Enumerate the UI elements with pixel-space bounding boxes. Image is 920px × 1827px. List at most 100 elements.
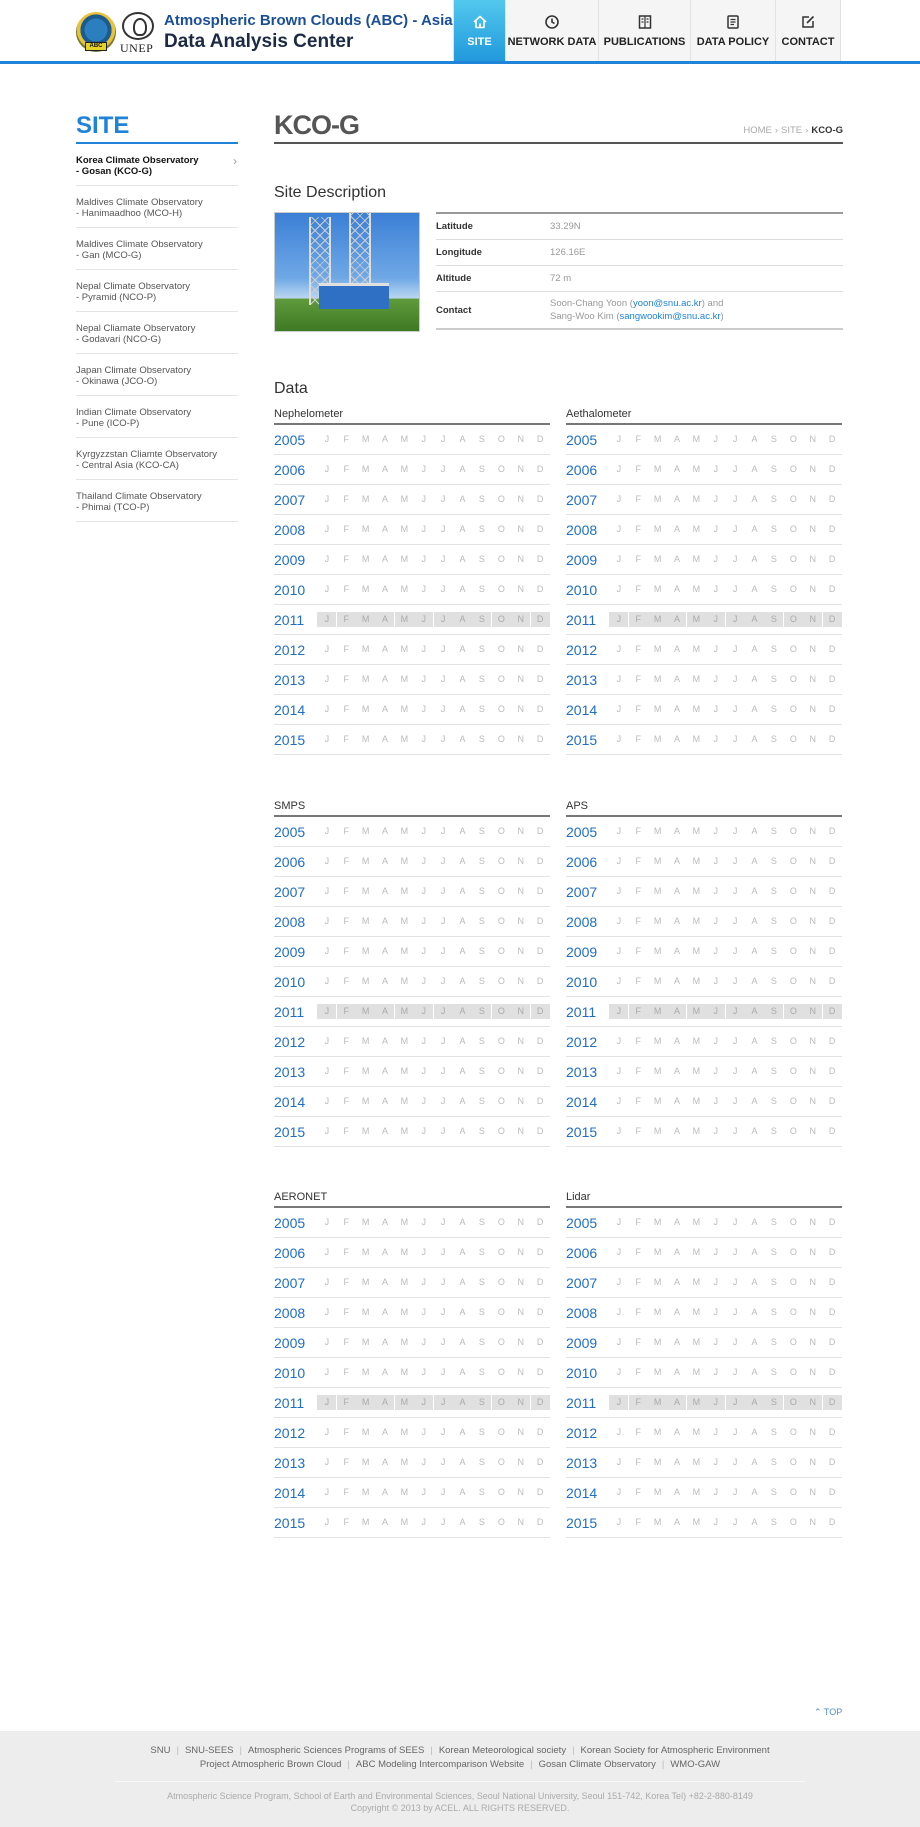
breadcrumb-site[interactable]: SITE (781, 125, 802, 136)
year-link[interactable]: 2005 (566, 824, 609, 840)
sidebar-item[interactable]: Indian Climate Observatory - Pune (ICO-P) (76, 396, 238, 438)
nav-contact[interactable]: CONTACT (775, 0, 841, 61)
year-link[interactable]: 2009 (566, 1335, 609, 1351)
footer-link[interactable]: WMO-GAW (670, 1759, 720, 1770)
nav-site[interactable]: SITE (453, 0, 505, 61)
back-to-top-link[interactable]: ⌃ TOP (814, 1707, 842, 1718)
year-link[interactable]: 2012 (566, 1034, 609, 1050)
year-link[interactable]: 2015 (274, 732, 317, 748)
year-link[interactable]: 2010 (566, 1365, 609, 1381)
footer-link[interactable]: Gosan Climate Observatory (539, 1759, 656, 1770)
contact-email-2[interactable]: sangwookim@snu.ac.kr (620, 311, 721, 322)
year-link[interactable]: 2012 (274, 1425, 317, 1441)
year-link[interactable]: 2005 (274, 824, 317, 840)
sidebar-item[interactable]: Nepal Cliamate Observatory - Godavari (NC… (76, 312, 238, 354)
year-link[interactable]: 2006 (274, 854, 317, 870)
sidebar-item[interactable]: Kyrgyzzstan Cliamte Observatory - Central… (76, 438, 238, 480)
year-link[interactable]: 2008 (566, 1305, 609, 1321)
sidebar-item[interactable]: Maldives Climate Observatory - Hanimaadho… (76, 186, 238, 228)
year-link[interactable]: 2014 (274, 1485, 317, 1501)
year-link[interactable]: 2006 (566, 1245, 609, 1261)
year-link[interactable]: 2014 (274, 702, 317, 718)
year-link[interactable]: 2015 (274, 1515, 317, 1531)
sidebar-item[interactable]: Japan Climate Observatory - Okinawa (JCO-… (76, 354, 238, 396)
year-link[interactable]: 2013 (566, 672, 609, 688)
year-link[interactable]: 2013 (274, 672, 317, 688)
sidebar-item[interactable]: Thailand Climate Observatory - Phimai (TC… (76, 480, 238, 522)
year-link[interactable]: 2008 (274, 914, 317, 930)
year-link[interactable]: 2013 (274, 1455, 317, 1471)
footer-link[interactable]: Korean Meteorological society (439, 1745, 566, 1756)
month-cell: M (361, 1126, 370, 1136)
nav-network-data[interactable]: NETWORK DATA (505, 0, 598, 61)
year-link[interactable]: 2010 (566, 974, 609, 990)
year-link[interactable]: 2007 (566, 884, 609, 900)
year-link[interactable]: 2007 (566, 1275, 609, 1291)
year-link[interactable]: 2008 (566, 522, 609, 538)
year-link[interactable]: 2012 (274, 642, 317, 658)
footer-link[interactable]: Atmospheric Sciences Programs of SEES (248, 1745, 424, 1756)
year-link[interactable]: 2015 (566, 732, 609, 748)
year-link[interactable]: 2013 (274, 1064, 317, 1080)
year-link[interactable]: 2006 (274, 1245, 317, 1261)
year-link[interactable]: 2010 (274, 974, 317, 990)
year-link[interactable]: 2012 (566, 642, 609, 658)
year-link[interactable]: 2008 (566, 914, 609, 930)
year-link[interactable]: 2009 (274, 1335, 317, 1351)
year-link[interactable]: 2011 (274, 612, 317, 628)
footer-link[interactable]: SNU (150, 1745, 170, 1756)
year-link[interactable]: 2007 (274, 884, 317, 900)
year-link[interactable]: 2006 (566, 462, 609, 478)
month-cell: N (809, 704, 816, 714)
year-link[interactable]: 2014 (566, 1094, 609, 1110)
year-link[interactable]: 2015 (566, 1124, 609, 1140)
year-link[interactable]: 2014 (566, 702, 609, 718)
year-link[interactable]: 2013 (566, 1455, 609, 1471)
year-link[interactable]: 2005 (566, 1215, 609, 1231)
footer-link[interactable]: ABC Modeling Intercomparison Website (356, 1759, 524, 1770)
sidebar-item[interactable]: Nepal Climate Observatory - Pyramid (NCO-… (76, 270, 238, 312)
year-link[interactable]: 2014 (566, 1485, 609, 1501)
year-link[interactable]: 2009 (274, 552, 317, 568)
year-link[interactable]: 2007 (274, 492, 317, 508)
month-cell: J (421, 886, 427, 896)
year-link[interactable]: 2010 (566, 582, 609, 598)
year-link[interactable]: 2011 (566, 1395, 609, 1411)
year-link[interactable]: 2007 (566, 492, 609, 508)
year-link[interactable]: 2009 (566, 944, 609, 960)
year-link[interactable]: 2006 (566, 854, 609, 870)
year-link[interactable]: 2008 (274, 1305, 317, 1321)
year-link[interactable]: 2005 (566, 432, 609, 448)
month-cell: F (343, 1217, 349, 1227)
year-link[interactable]: 2009 (274, 944, 317, 960)
year-link[interactable]: 2015 (566, 1515, 609, 1531)
nav-publications[interactable]: PUBLICATIONS (598, 0, 690, 61)
year-link[interactable]: 2007 (274, 1275, 317, 1291)
breadcrumb-home[interactable]: HOME (743, 125, 772, 136)
year-link[interactable]: 2015 (274, 1124, 317, 1140)
year-link[interactable]: 2005 (274, 432, 317, 448)
footer-link[interactable]: SNU-SEES (185, 1745, 234, 1756)
year-link[interactable]: 2012 (274, 1034, 317, 1050)
year-link[interactable]: 2008 (274, 522, 317, 538)
year-link[interactable]: 2011 (274, 1395, 317, 1411)
year-link[interactable]: 2009 (566, 552, 609, 568)
year-link[interactable]: 2014 (274, 1094, 317, 1110)
footer-link[interactable]: Project Atmospheric Brown Cloud (200, 1759, 342, 1770)
year-link[interactable]: 2005 (274, 1215, 317, 1231)
site-logo[interactable]: ABC UNEP Atmospheric Brown Clouds (ABC) … (76, 10, 456, 56)
year-link[interactable]: 2006 (274, 462, 317, 478)
year-link[interactable]: 2011 (566, 1004, 609, 1020)
nav-data-policy[interactable]: DATA POLICY (690, 0, 775, 61)
sidebar-item[interactable]: Korea Climate Observatory - Gosan (KCO-G)… (76, 144, 238, 186)
year-link[interactable]: 2011 (274, 1004, 317, 1020)
year-link[interactable]: 2011 (566, 612, 609, 628)
year-link[interactable]: 2010 (274, 582, 317, 598)
contact-email-1[interactable]: yoon@snu.ac.kr (633, 298, 702, 309)
year-link[interactable]: 2013 (566, 1064, 609, 1080)
month-cell: J (616, 1277, 622, 1287)
sidebar-item[interactable]: Maldives Climate Observatory - Gan (MCO-G… (76, 228, 238, 270)
year-link[interactable]: 2012 (566, 1425, 609, 1441)
footer-link[interactable]: Korean Society for Atmospheric Environme… (581, 1745, 770, 1756)
year-link[interactable]: 2010 (274, 1365, 317, 1381)
